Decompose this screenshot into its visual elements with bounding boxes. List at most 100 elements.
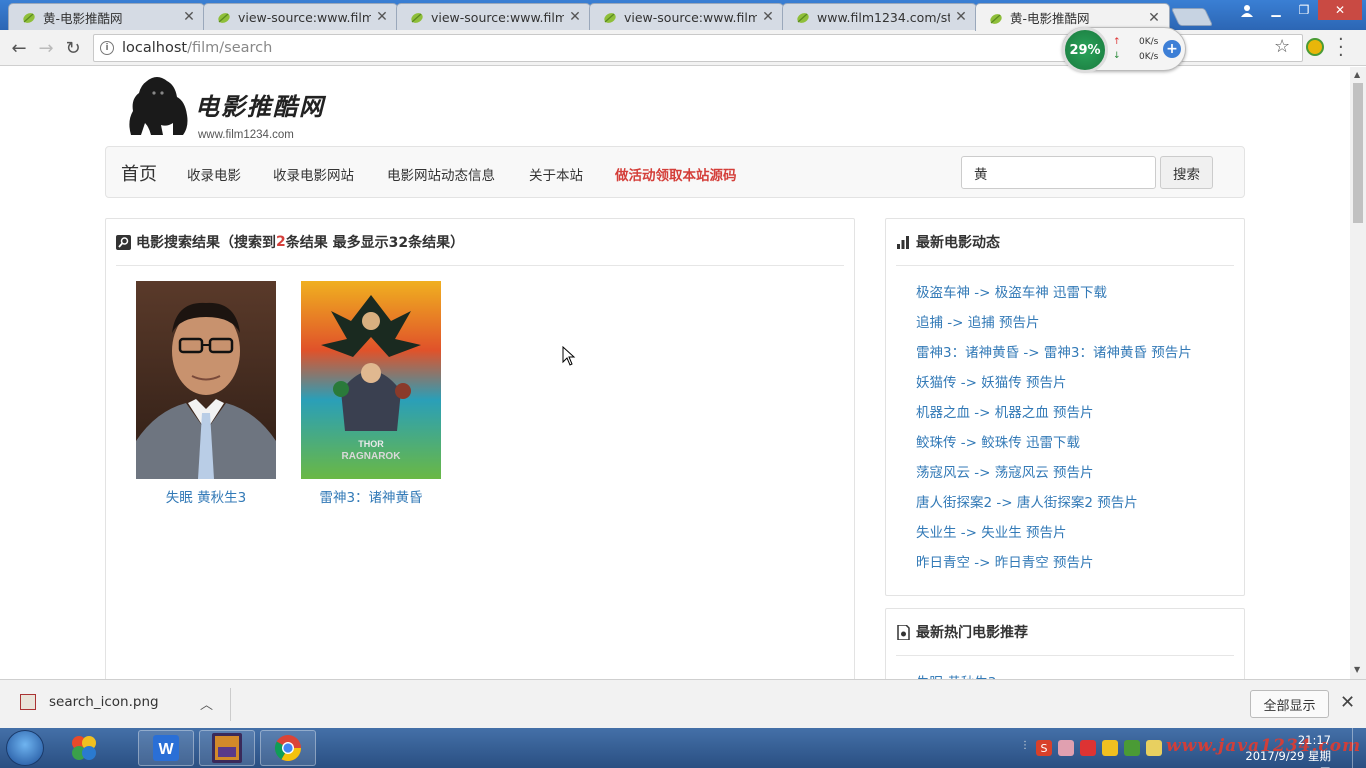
show-all-button[interactable]: 全部显示 bbox=[1250, 690, 1329, 718]
back-arrow-icon[interactable]: ← bbox=[8, 37, 30, 59]
nav-sites[interactable]: 收录电影网站 bbox=[273, 164, 354, 184]
tab-close-icon[interactable]: ✕ bbox=[568, 9, 582, 25]
paint-app-icon[interactable] bbox=[56, 730, 112, 766]
news-item[interactable]: 荡寇风云 -> 荡寇风云 预告片 bbox=[916, 461, 1192, 491]
chevron-up-icon[interactable]: ︿ bbox=[200, 694, 213, 713]
tab-1[interactable]: 黄-电影推酷网 ✕ bbox=[8, 3, 205, 30]
plus-icon[interactable]: + bbox=[1163, 40, 1181, 58]
tab-label: 黄-电影推酷网 bbox=[43, 10, 123, 26]
news-item[interactable]: 昨日青空 -> 昨日青空 预告片 bbox=[916, 551, 1192, 581]
wps-writer-icon[interactable]: W bbox=[138, 730, 194, 766]
network-monitor-widget[interactable]: 29% ↑ ↓ 0K/s 0K/s + bbox=[1062, 27, 1186, 73]
poster-text-thor: THOR bbox=[358, 439, 384, 449]
window-close-icon[interactable]: ✕ bbox=[1318, 0, 1362, 20]
document-icon bbox=[897, 624, 910, 640]
search-input[interactable]: 黄 bbox=[961, 156, 1156, 189]
tray-app-icon[interactable] bbox=[1058, 740, 1074, 756]
gorilla-logo-icon bbox=[129, 77, 188, 135]
news-item[interactable]: 妖猫传 -> 妖猫传 预告片 bbox=[916, 371, 1192, 401]
tab-close-icon[interactable]: ✕ bbox=[182, 9, 196, 25]
hot-movie-item[interactable]: 失眠 黄秋生3 bbox=[916, 671, 996, 679]
scroll-up-icon[interactable]: ▲ bbox=[1354, 70, 1360, 79]
page-scrollbar[interactable]: ▲ ▼ bbox=[1350, 67, 1366, 679]
search-button[interactable]: 搜索 bbox=[1160, 156, 1213, 189]
user-icon[interactable] bbox=[1233, 0, 1261, 20]
leaf-favicon-icon bbox=[411, 13, 423, 23]
image-file-icon bbox=[20, 694, 36, 710]
site-navbar: 首页 收录电影 收录电影网站 电影网站动态信息 关于本站 做活动领取本站源码 黄… bbox=[105, 146, 1245, 198]
download-item[interactable]: search_icon.png bbox=[20, 694, 159, 710]
movie-title[interactable]: 雷神3：诸神黄昏 bbox=[301, 486, 441, 506]
nav-promo[interactable]: 做活动领取本站源码 bbox=[615, 164, 737, 184]
news-item[interactable]: 追捕 -> 追捕 预告片 bbox=[916, 311, 1192, 341]
address-path: /film/search bbox=[187, 40, 273, 56]
restore-icon[interactable]: ❐ bbox=[1290, 0, 1318, 20]
mouse-cursor-icon bbox=[562, 346, 576, 366]
news-item[interactable]: 失业生 -> 失业生 预告片 bbox=[916, 521, 1192, 551]
show-desktop-button[interactable] bbox=[1352, 728, 1366, 768]
download-bar: search_icon.png ︿ 全部显示 ✕ bbox=[0, 679, 1366, 728]
shield-icon[interactable] bbox=[1102, 740, 1118, 756]
news-item[interactable]: 雷神3：诸神黄昏 -> 雷神3：诸神黄昏 预告片 bbox=[916, 341, 1192, 371]
clock-time: 21:17 bbox=[1297, 733, 1331, 747]
movie-card[interactable]: 失眠 黄秋生3 bbox=[136, 281, 276, 506]
tab-5[interactable]: www.film1234.com/sta ✕ bbox=[782, 3, 977, 30]
extension-icon[interactable] bbox=[1306, 38, 1324, 56]
upload-arrow-icon: ↑ bbox=[1113, 37, 1121, 47]
tray-grip-icon: ⋮ bbox=[1020, 740, 1030, 751]
site-logo[interactable]: 电影推酷网 www.film1234.com bbox=[127, 75, 337, 145]
close-download-bar-icon[interactable]: ✕ bbox=[1340, 692, 1355, 713]
news-item[interactable]: 极盗车神 -> 极盗车神 迅雷下载 bbox=[916, 281, 1192, 311]
scrollbar-thumb[interactable] bbox=[1353, 83, 1363, 223]
download-arrow-icon: ↓ bbox=[1113, 51, 1121, 61]
search-results-heading: 电影搜索结果（搜索到 2 条结果 最多显示32条结果） bbox=[116, 219, 844, 266]
movie-poster-thor[interactable]: THOR RAGNAROK bbox=[301, 281, 441, 479]
input-method-icon[interactable]: S bbox=[1036, 740, 1052, 756]
chrome-icon[interactable] bbox=[260, 730, 316, 766]
nav-films[interactable]: 收录电影 bbox=[187, 164, 241, 184]
tray-app-icon[interactable] bbox=[1146, 740, 1162, 756]
tab-close-icon[interactable]: ✕ bbox=[375, 9, 389, 25]
logo-title: 电影推酷网 bbox=[195, 92, 325, 121]
tray-app-icon[interactable] bbox=[1124, 740, 1140, 756]
menu-dots-icon[interactable]: · · · bbox=[1338, 31, 1344, 65]
tab-close-icon[interactable]: ✕ bbox=[761, 9, 775, 25]
poster-text-ragnarok: RAGNAROK bbox=[342, 451, 402, 462]
nav-about[interactable]: 关于本站 bbox=[529, 164, 583, 184]
nav-home[interactable]: 首页 bbox=[121, 160, 157, 186]
leaf-favicon-icon bbox=[797, 13, 809, 23]
tab-close-icon[interactable]: ✕ bbox=[954, 9, 968, 25]
movie-card[interactable]: THOR RAGNAROK 雷神3：诸神黄昏 bbox=[301, 281, 441, 506]
tab-3[interactable]: view-source:www.film1 ✕ bbox=[396, 3, 591, 30]
tab-2[interactable]: view-source:www.film1 ✕ bbox=[203, 3, 398, 30]
latest-news-list: 极盗车神 -> 极盗车神 迅雷下载 追捕 -> 追捕 预告片 雷神3：诸神黄昏 … bbox=[916, 281, 1192, 581]
search-icon bbox=[116, 234, 131, 250]
java-ide-icon[interactable] bbox=[199, 730, 255, 766]
logo-url: www.film1234.com bbox=[198, 129, 294, 141]
minimize-icon[interactable]: ▁ bbox=[1262, 0, 1290, 20]
movie-title[interactable]: 失眠 黄秋生3 bbox=[136, 486, 276, 506]
bar-chart-icon bbox=[897, 235, 909, 249]
movie-poster-portrait[interactable] bbox=[136, 281, 276, 479]
bookmark-star-icon[interactable]: ☆ bbox=[1274, 36, 1290, 57]
new-tab-button[interactable] bbox=[1170, 8, 1214, 26]
heading-suffix: 条结果 最多显示32条结果） bbox=[285, 235, 465, 251]
forward-arrow-icon[interactable]: → bbox=[35, 37, 57, 59]
address-host: localhost bbox=[122, 40, 188, 56]
search-results-panel: 电影搜索结果（搜索到 2 条结果 最多显示32条结果） 失眠 黄秋生3 THOR… bbox=[105, 218, 855, 679]
scroll-down-icon[interactable]: ▼ bbox=[1354, 665, 1360, 674]
start-button[interactable] bbox=[6, 730, 44, 766]
nav-news[interactable]: 电影网站动态信息 bbox=[387, 164, 495, 184]
news-item[interactable]: 鲛珠传 -> 鲛珠传 迅雷下载 bbox=[916, 431, 1192, 461]
news-item[interactable]: 机器之血 -> 机器之血 预告片 bbox=[916, 401, 1192, 431]
tab-close-icon[interactable]: ✕ bbox=[1147, 10, 1161, 26]
clock-date: 2017/9/29 星期五 bbox=[1245, 749, 1331, 768]
page-content: 电影推酷网 www.film1234.com 首页 收录电影 收录电影网站 电影… bbox=[0, 67, 1350, 679]
latest-news-panel: 最新电影动态 极盗车神 -> 极盗车神 迅雷下载 追捕 -> 追捕 预告片 雷神… bbox=[885, 218, 1245, 596]
reload-icon[interactable]: ↻ bbox=[62, 37, 84, 59]
tray-app-icon[interactable] bbox=[1080, 740, 1096, 756]
tab-4[interactable]: view-source:www.film1 ✕ bbox=[589, 3, 784, 30]
news-item[interactable]: 唐人街探案2 -> 唐人街探案2 预告片 bbox=[916, 491, 1192, 521]
info-icon[interactable]: i bbox=[100, 41, 114, 55]
system-clock[interactable]: 21:17 2017/9/29 星期五 bbox=[1236, 732, 1331, 768]
